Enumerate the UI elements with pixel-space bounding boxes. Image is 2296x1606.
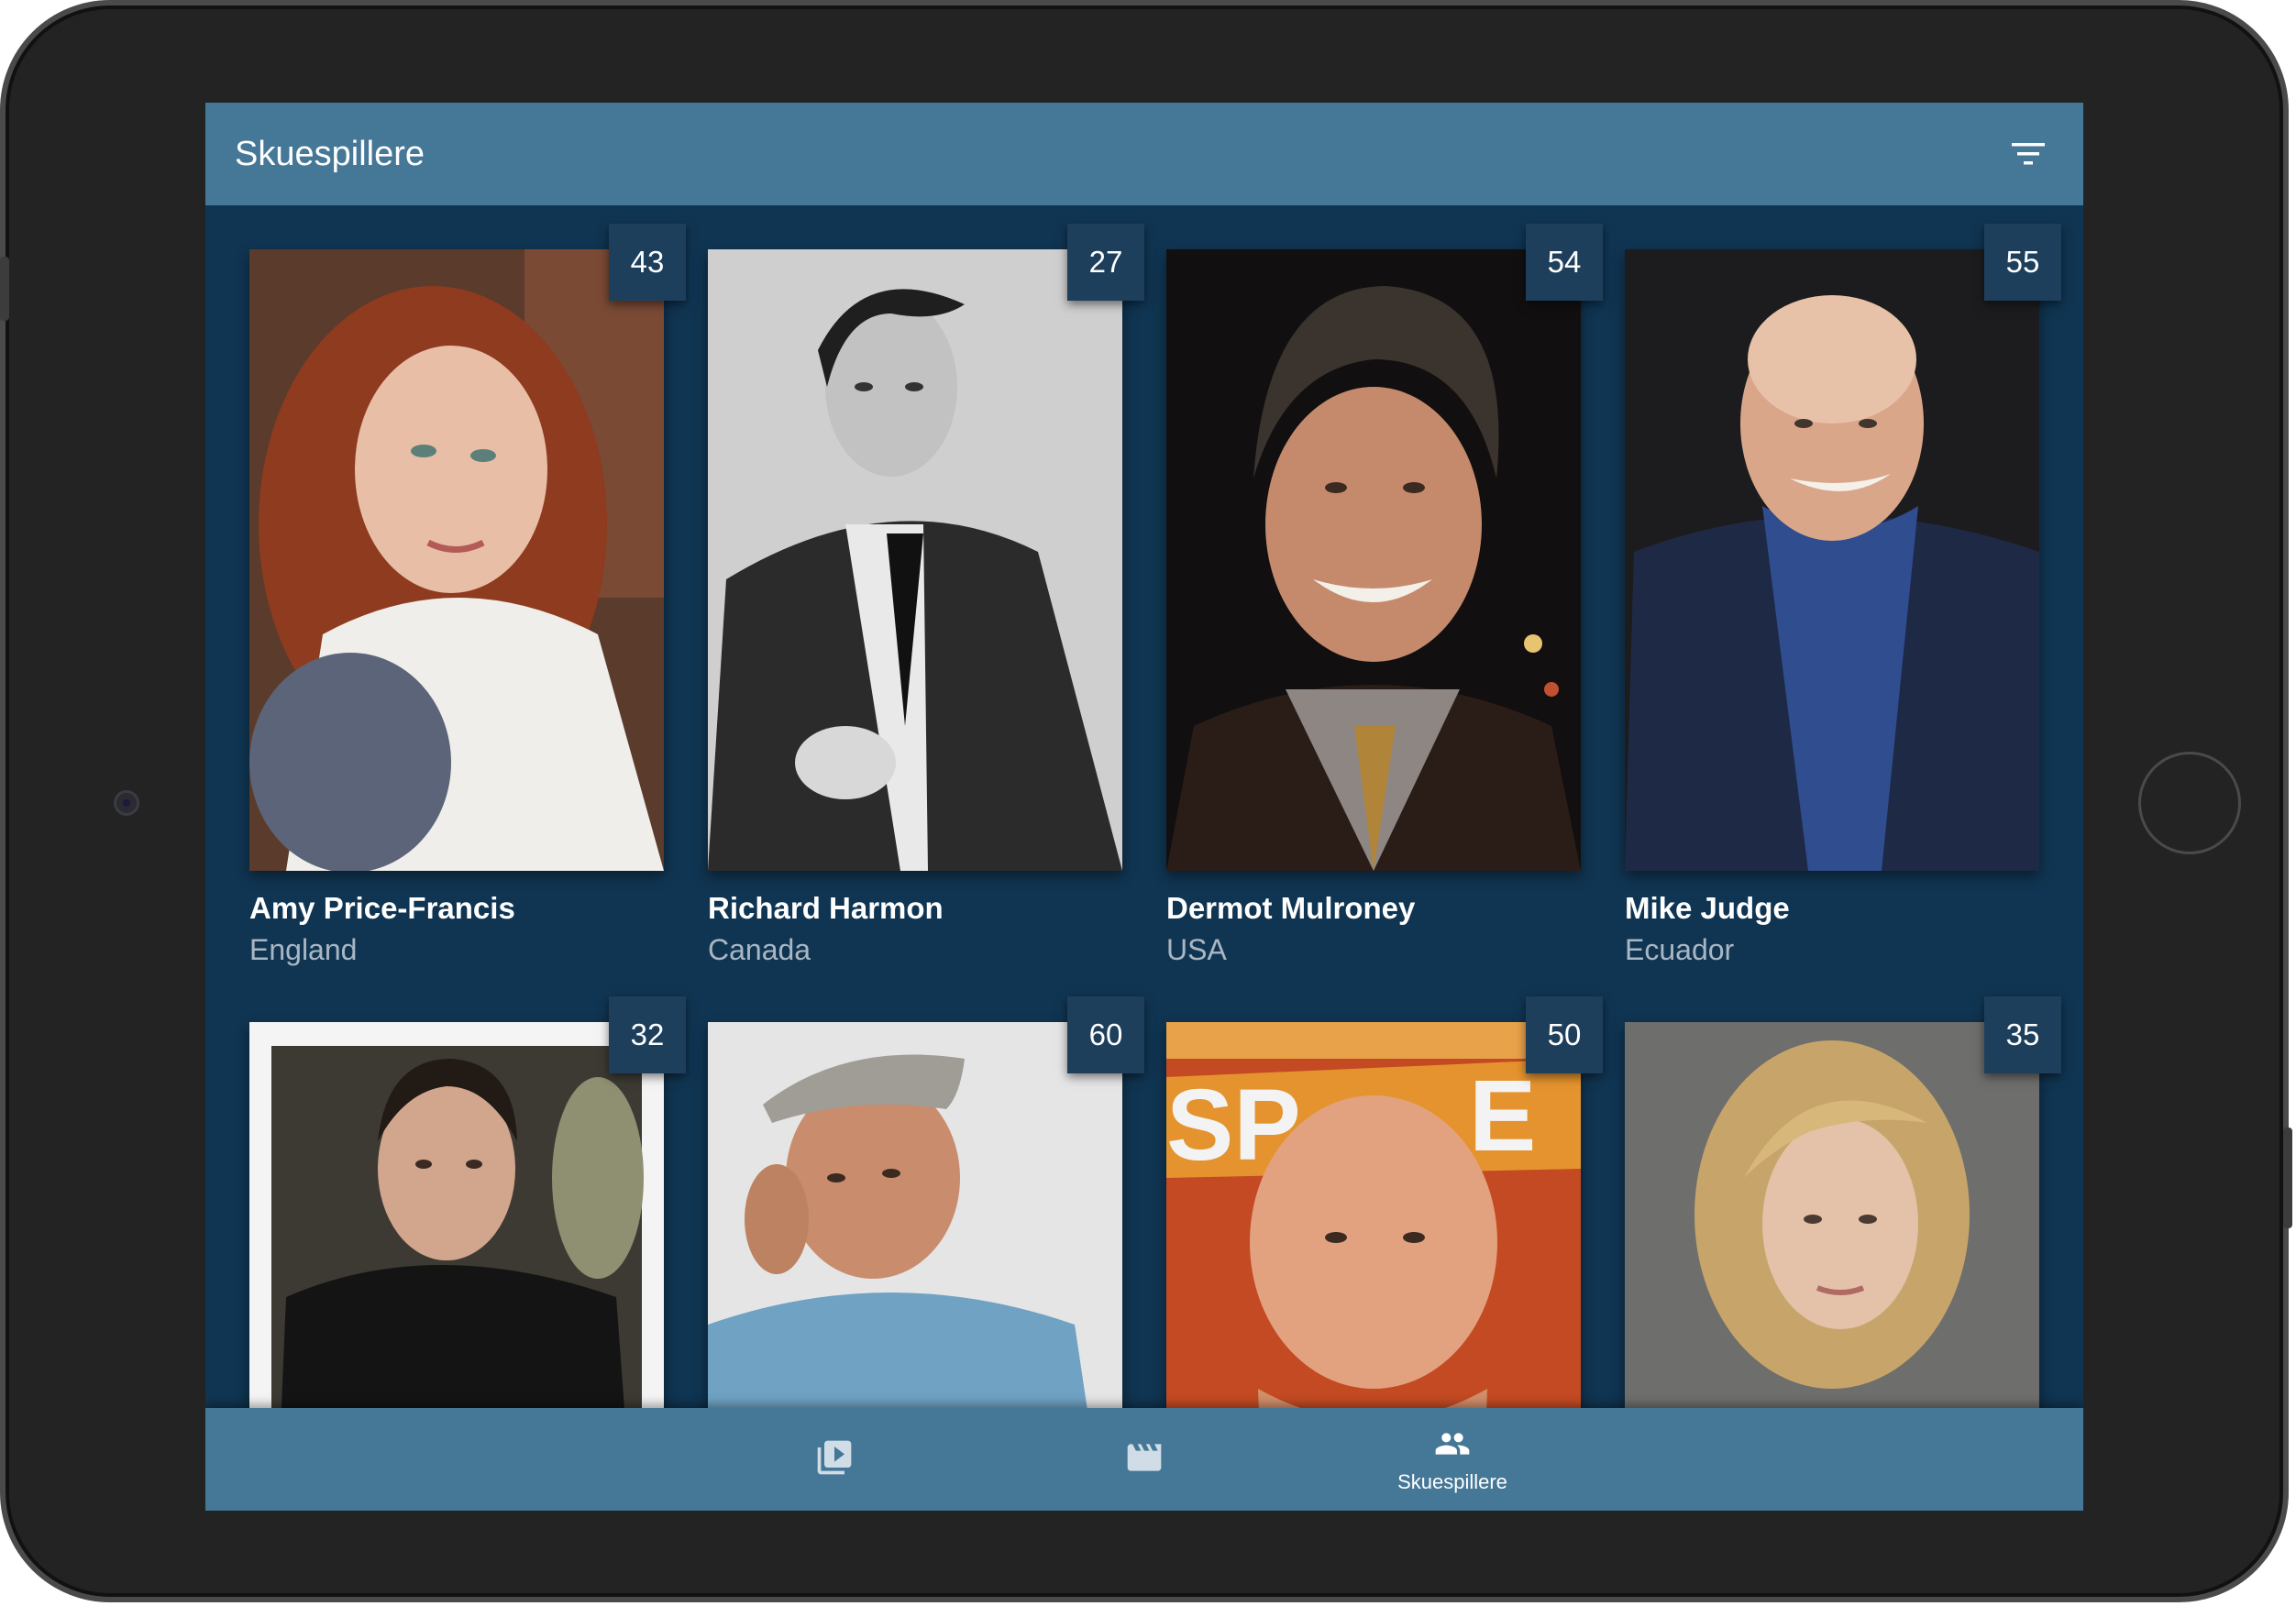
nav-label-actors: Skuespillere [1397,1469,1507,1493]
actor-photo [249,249,664,871]
volume-button [0,257,9,321]
actor-name: Richard Harmon [708,891,944,925]
actor-country: Canada [708,933,811,966]
age-badge: 50 [1526,996,1603,1073]
app-bar: Skuespillere [205,103,2083,205]
actor-name: Dermot Mulroney [1166,891,1416,925]
actor-country: Ecuador [1625,933,1735,966]
actor-name: Amy Price-Francis [249,891,515,925]
actor-card[interactable]: 54 Dermot Mulroney USA [1166,224,1603,967]
front-camera [114,790,139,816]
video-library-icon [814,1437,855,1482]
filter-icon[interactable] [2003,128,2054,180]
actor-card[interactable]: 43 Amy Price-Francis England [249,224,686,967]
people-icon [1430,1425,1474,1467]
age-badge: 27 [1067,224,1144,301]
actor-photo [708,249,1122,871]
home-button[interactable] [2138,752,2241,854]
actor-photo [1625,249,2039,871]
app-screen: Skuespillere 43 Amy Price-Francis Englan… [205,103,2083,1511]
svg-text:E: E [1469,1060,1536,1172]
actor-country: USA [1166,933,1227,966]
nav-item-movies[interactable] [1053,1408,1236,1511]
actor-country: England [249,933,358,966]
age-badge: 54 [1526,224,1603,301]
actor-name: Mike Judge [1625,891,1790,925]
actor-photo [1166,249,1581,871]
side-button [2283,1128,2292,1228]
page-title: Skuespillere [235,134,425,173]
actor-grid: 43 Amy Price-Francis England 27 Richard … [249,224,2061,1511]
age-badge: 43 [609,224,686,301]
age-badge: 32 [609,996,686,1073]
nav-item-actors[interactable]: Skuespillere [1361,1408,1544,1511]
age-badge: 55 [1984,224,2061,301]
nav-item-video-library[interactable] [743,1408,926,1511]
age-badge: 35 [1984,996,2061,1073]
bottom-navigation: Skuespillere [205,1408,2083,1511]
movie-clapper-icon [1124,1437,1165,1482]
age-badge: 60 [1067,996,1144,1073]
actor-card[interactable]: 27 Richard Harmon Canada [708,224,1144,967]
actor-card[interactable]: 55 Mike Judge Ecuador [1625,224,2061,967]
